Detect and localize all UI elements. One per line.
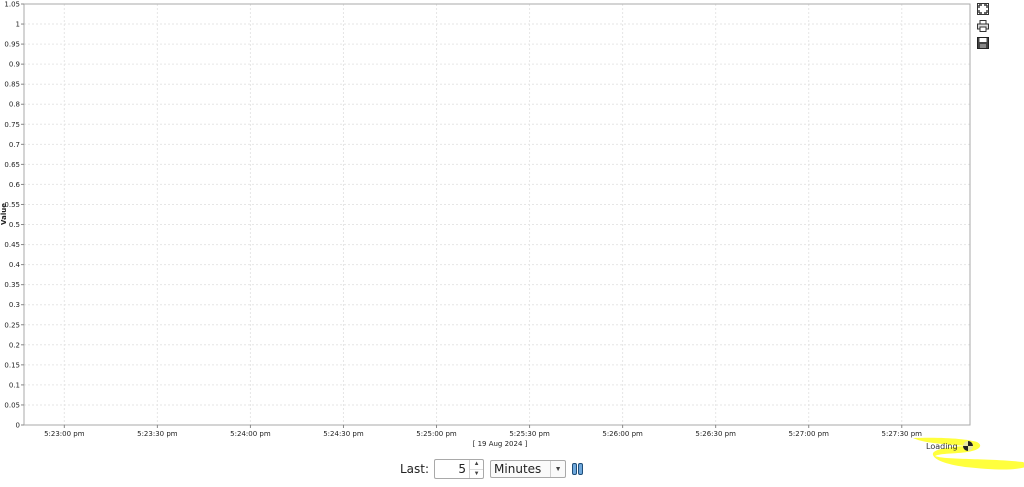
chevron-down-icon: ▼	[473, 470, 480, 477]
x-axis-label: [ 19 Aug 2024 ]	[473, 440, 528, 448]
y-tick-label: 0.75	[4, 121, 20, 129]
save-icon	[977, 37, 989, 49]
loading-text: Loading	[926, 441, 958, 451]
x-tick-label: 5:26:30 pm	[695, 430, 736, 438]
grid-lines	[24, 3, 970, 426]
chart: 00.050.10.150.20.250.30.350.40.450.50.55…	[0, 1, 971, 448]
save-button[interactable]	[977, 37, 990, 50]
pause-icon-bar-left	[572, 463, 578, 475]
chart-toolbar	[977, 3, 991, 54]
y-tick-label: 0.4	[9, 261, 21, 269]
y-tick-label: 0.9	[9, 61, 20, 69]
y-tick-label: 0.45	[4, 241, 20, 249]
plot-area-border	[23, 3, 971, 426]
fullscreen-button[interactable]	[977, 3, 990, 16]
y-tick-label: 1	[16, 21, 20, 29]
y-tick-label: 0.6	[9, 181, 21, 189]
stepper-buttons: ▲ ▼	[469, 460, 484, 479]
y-tick-label: 0.85	[4, 81, 20, 89]
y-tick-label: 0.3	[9, 301, 20, 309]
fullscreen-icon	[977, 3, 989, 15]
last-value-input[interactable]	[435, 460, 470, 478]
time-range-controls: Last: ▲ ▼ Minutes ▼	[400, 458, 584, 480]
y-tick-label: 0	[16, 422, 20, 430]
print-icon	[977, 20, 989, 32]
y-tick-label: 0.25	[4, 321, 20, 329]
y-tick-label: 0.5	[9, 221, 20, 229]
y-tick-label: 1.05	[4, 1, 20, 9]
increment-button[interactable]: ▲	[470, 460, 483, 469]
x-axis: 5:23:00 pm 5:23:30 pm 5:24:00 pm 5:24:30 pm…	[44, 425, 922, 438]
x-tick-label: 5:24:30 pm	[323, 430, 364, 438]
spinner-icon	[962, 441, 973, 451]
y-axis-label: Value	[0, 203, 8, 225]
y-tick-label: 0.15	[4, 361, 20, 369]
time-unit-value: Minutes	[494, 462, 542, 476]
loading-indicator: Loading	[926, 440, 974, 452]
y-tick-label: 0.2	[9, 341, 20, 349]
y-tick-label: 0.8	[9, 101, 20, 109]
x-tick-label: 5:26:00 pm	[602, 430, 643, 438]
x-tick-label: 5:24:00 pm	[230, 430, 271, 438]
last-label: Last:	[400, 462, 430, 476]
y-tick-label: 0.1	[9, 381, 20, 389]
last-value-stepper: ▲ ▼	[434, 459, 485, 479]
x-tick-label: 5:27:00 pm	[788, 430, 829, 438]
time-unit-select[interactable]: Minutes ▼	[490, 460, 567, 478]
x-tick-label: 5:25:00 pm	[416, 430, 457, 438]
y-tick-label: 0.05	[4, 401, 20, 409]
print-button[interactable]	[977, 20, 990, 33]
x-tick-label: 5:23:30 pm	[137, 430, 178, 438]
x-tick-label: 5:25:30 pm	[509, 430, 550, 438]
y-tick-label: 0.65	[4, 161, 20, 169]
y-tick-label: 0.95	[4, 41, 20, 49]
y-tick-label: 0.35	[4, 281, 20, 289]
y-tick-label: 0.7	[9, 141, 20, 149]
decrement-button[interactable]: ▼	[470, 468, 484, 479]
pause-icon-bar-right	[578, 463, 584, 475]
chevron-up-icon: ▲	[473, 461, 480, 468]
x-tick-label: 5:23:00 pm	[44, 430, 85, 438]
pause-button[interactable]	[572, 463, 584, 475]
dropdown-arrow-icon: ▼	[550, 461, 565, 477]
